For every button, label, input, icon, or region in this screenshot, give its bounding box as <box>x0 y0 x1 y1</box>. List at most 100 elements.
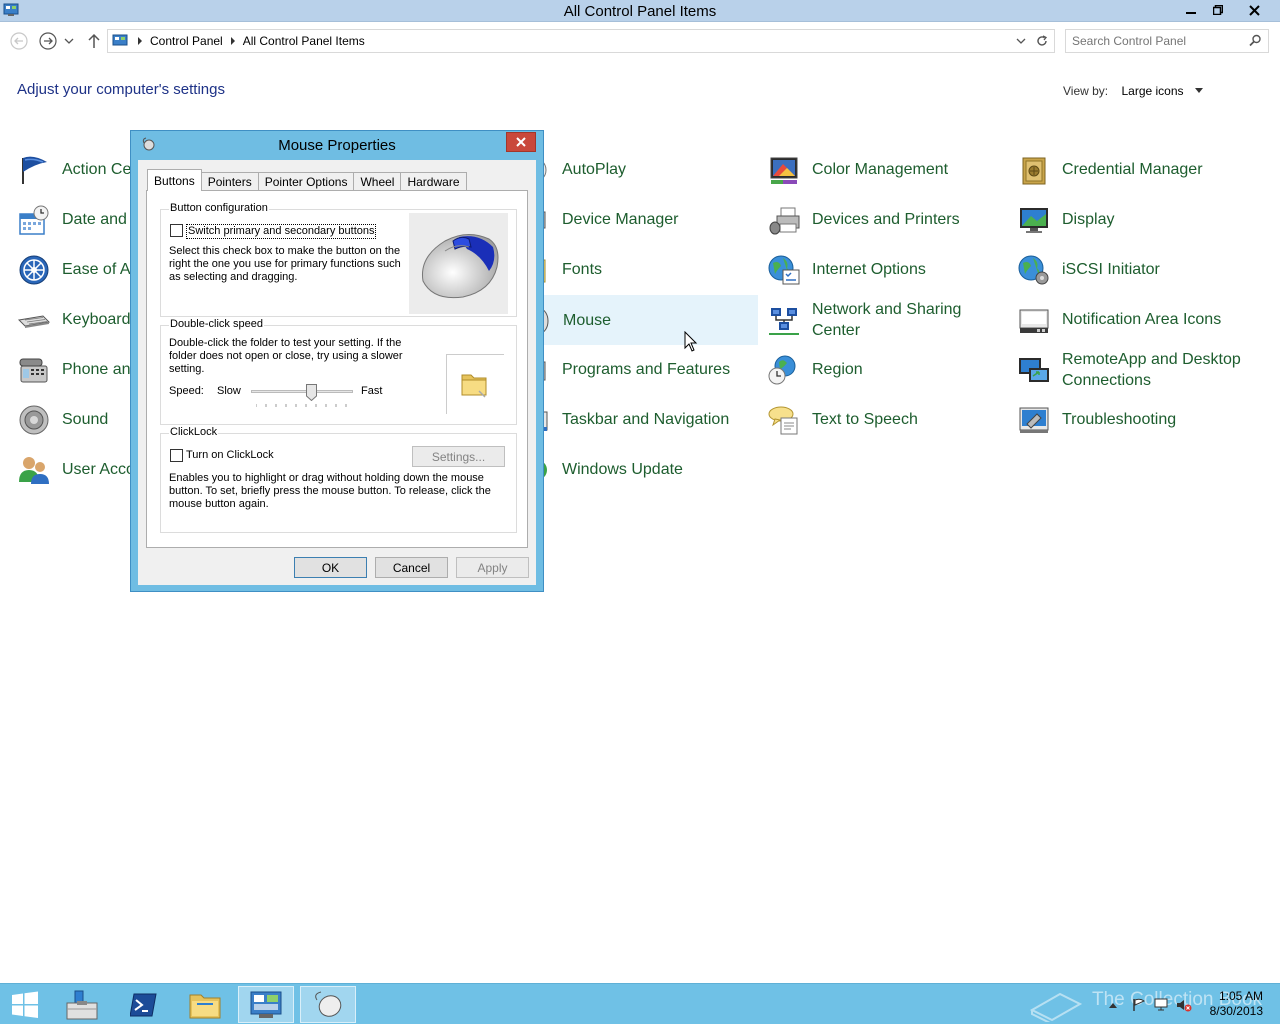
minimize-button[interactable] <box>1177 0 1204 20</box>
cp-item-credential-manager[interactable]: Credential Manager <box>1017 145 1257 195</box>
slider-track[interactable] <box>251 390 353 393</box>
dialog-title: Mouse Properties <box>278 137 396 154</box>
clicklock-checkbox[interactable] <box>170 449 183 462</box>
breadcrumb-separator-icon[interactable] <box>230 37 235 45</box>
cp-item-remoteapp[interactable]: RemoteApp and Desktop Connections <box>1017 345 1257 395</box>
cp-item-label: AutoPlay <box>562 161 627 178</box>
color-management-icon <box>770 157 798 184</box>
apply-button[interactable]: Apply <box>456 557 529 578</box>
keyboard-icon <box>17 315 51 328</box>
switch-buttons-checkbox[interactable] <box>170 224 183 237</box>
close-icon <box>516 137 526 147</box>
up-button[interactable] <box>84 31 104 51</box>
monitor-icon <box>1020 208 1048 233</box>
search-input[interactable] <box>1072 33 1242 49</box>
close-icon <box>1248 4 1260 16</box>
cp-item-notification-area-icons[interactable]: Notification Area Icons <box>1017 295 1257 345</box>
speed-label: Speed: <box>169 385 204 397</box>
cp-item-color-management[interactable]: Color Management <box>767 145 1007 195</box>
system-clock[interactable]: 1:05 AM 8/30/2013 <box>1210 989 1263 1019</box>
start-button[interactable] <box>0 986 50 1023</box>
cp-item-windows-update[interactable]: Windows Update <box>517 445 757 495</box>
cp-item-mouse[interactable]: Mouse <box>517 295 758 345</box>
dialog-close-button[interactable] <box>506 132 536 152</box>
view-by-control[interactable]: View by: Large icons <box>1063 84 1203 98</box>
cp-item-label: Device Manager <box>562 211 679 228</box>
address-bar[interactable]: Control Panel All Control Panel Items <box>107 29 1055 53</box>
cp-item-display[interactable]: Display <box>1017 195 1257 245</box>
tab-wheel[interactable]: Wheel <box>353 172 402 191</box>
refresh-button[interactable] <box>1034 33 1050 49</box>
close-window-button[interactable] <box>1231 0 1277 20</box>
tab-pointer-options[interactable]: Pointer Options <box>257 172 355 191</box>
breadcrumb-all-items[interactable]: All Control Panel Items <box>243 34 365 48</box>
cp-item-autoplay[interactable]: AutoPlay <box>517 145 757 195</box>
cp-item-label: Fonts <box>562 261 603 278</box>
recent-locations-button[interactable] <box>62 31 76 51</box>
remote-desktop-icon <box>1019 358 1049 382</box>
view-by-value[interactable]: Large icons <box>1121 84 1183 98</box>
cp-item-devices-and-printers[interactable]: Devices and Printers <box>767 195 1007 245</box>
watermark-book-icon <box>1030 992 1082 1022</box>
action-center-flag-icon[interactable] <box>1132 998 1146 1012</box>
cp-item-label: Windows Update <box>562 461 683 478</box>
cp-item-device-manager[interactable]: Device Manager <box>517 195 757 245</box>
speech-bubble-icon <box>768 406 798 435</box>
taskbar-mouse-properties[interactable] <box>300 986 356 1023</box>
cp-item-label: Text to Speech <box>812 411 918 428</box>
mouse-properties-dialog: Mouse Properties Buttons Pointers Pointe… <box>130 130 544 592</box>
tab-hardware[interactable]: Hardware <box>400 172 467 191</box>
volume-muted-icon[interactable] <box>1176 998 1192 1012</box>
system-tray <box>1108 984 1192 1024</box>
folder-icon[interactable] <box>459 369 489 399</box>
cp-item-troubleshooting[interactable]: Troubleshooting <box>1017 395 1257 445</box>
clicklock-settings-button[interactable]: Settings... <box>412 446 505 467</box>
slider-thumb[interactable] <box>306 384 317 401</box>
breadcrumb-separator-icon[interactable] <box>138 37 142 45</box>
mouse-illustration <box>409 213 508 314</box>
chevron-down-icon <box>64 38 74 44</box>
cp-item-taskbar-and-navigation[interactable]: Taskbar and Navigation <box>517 395 757 445</box>
cp-item-label: Mouse <box>563 312 612 329</box>
show-hidden-icons-icon[interactable] <box>1108 1001 1118 1009</box>
forward-button[interactable] <box>38 31 58 51</box>
cp-item-network-and-sharing[interactable]: Network and Sharing Center <box>767 295 1007 345</box>
cancel-button[interactable]: Cancel <box>375 557 448 578</box>
restore-button[interactable] <box>1204 0 1231 20</box>
cp-item-iscsi-initiator[interactable]: iSCSI Initiator <box>1017 245 1257 295</box>
ok-button[interactable]: OK <box>294 557 367 578</box>
cp-item-label: Notification Area Icons <box>1062 311 1222 328</box>
back-arrow-icon <box>10 32 28 50</box>
search-icon[interactable] <box>1249 34 1262 47</box>
clicklock-label[interactable]: Turn on ClickLock <box>186 449 274 462</box>
address-dropdown-button[interactable] <box>1013 33 1029 49</box>
cp-item-internet-options[interactable]: Internet Options <box>767 245 1007 295</box>
cp-item-text-to-speech[interactable]: Text to Speech <box>767 395 1007 445</box>
cp-item-fonts[interactable]: Fonts <box>517 245 757 295</box>
speaker-icon <box>19 405 49 435</box>
cp-item-programs-and-features[interactable]: Programs and Features <box>517 345 757 395</box>
tab-buttons[interactable]: Buttons <box>147 169 202 191</box>
taskbar-control-panel[interactable] <box>238 986 294 1023</box>
taskbar: The Collection Book 1:05 AM 8/30/2013 <box>0 983 1280 1024</box>
back-button[interactable] <box>9 31 29 51</box>
taskbar-server-manager[interactable] <box>54 986 110 1023</box>
switch-buttons-label[interactable]: Switch primary and secondary buttons <box>186 224 377 239</box>
cp-item-label: Display <box>1062 211 1115 228</box>
windows-logo-icon <box>12 991 38 1018</box>
cp-item-region[interactable]: Region <box>767 345 1007 395</box>
buttons-tab-pane: Button configuration Switch primary and … <box>146 190 528 548</box>
test-folder-area[interactable] <box>446 354 504 414</box>
tab-pointers[interactable]: Pointers <box>200 172 259 191</box>
cp-item-label: Color Management <box>812 161 949 178</box>
double-click-speed-slider[interactable] <box>251 384 353 410</box>
window-titlebar: All Control Panel Items <box>0 0 1280 22</box>
taskbar-file-explorer[interactable] <box>177 986 233 1023</box>
network-icon[interactable] <box>1154 998 1170 1012</box>
view-by-label: View by: <box>1063 84 1109 98</box>
taskbar-powershell[interactable] <box>116 986 172 1023</box>
search-box[interactable] <box>1065 29 1269 53</box>
breadcrumb-control-panel[interactable]: Control Panel <box>150 34 223 48</box>
cp-item-label: Taskbar and Navigation <box>562 411 730 428</box>
view-by-dropdown-icon[interactable] <box>1194 88 1203 93</box>
